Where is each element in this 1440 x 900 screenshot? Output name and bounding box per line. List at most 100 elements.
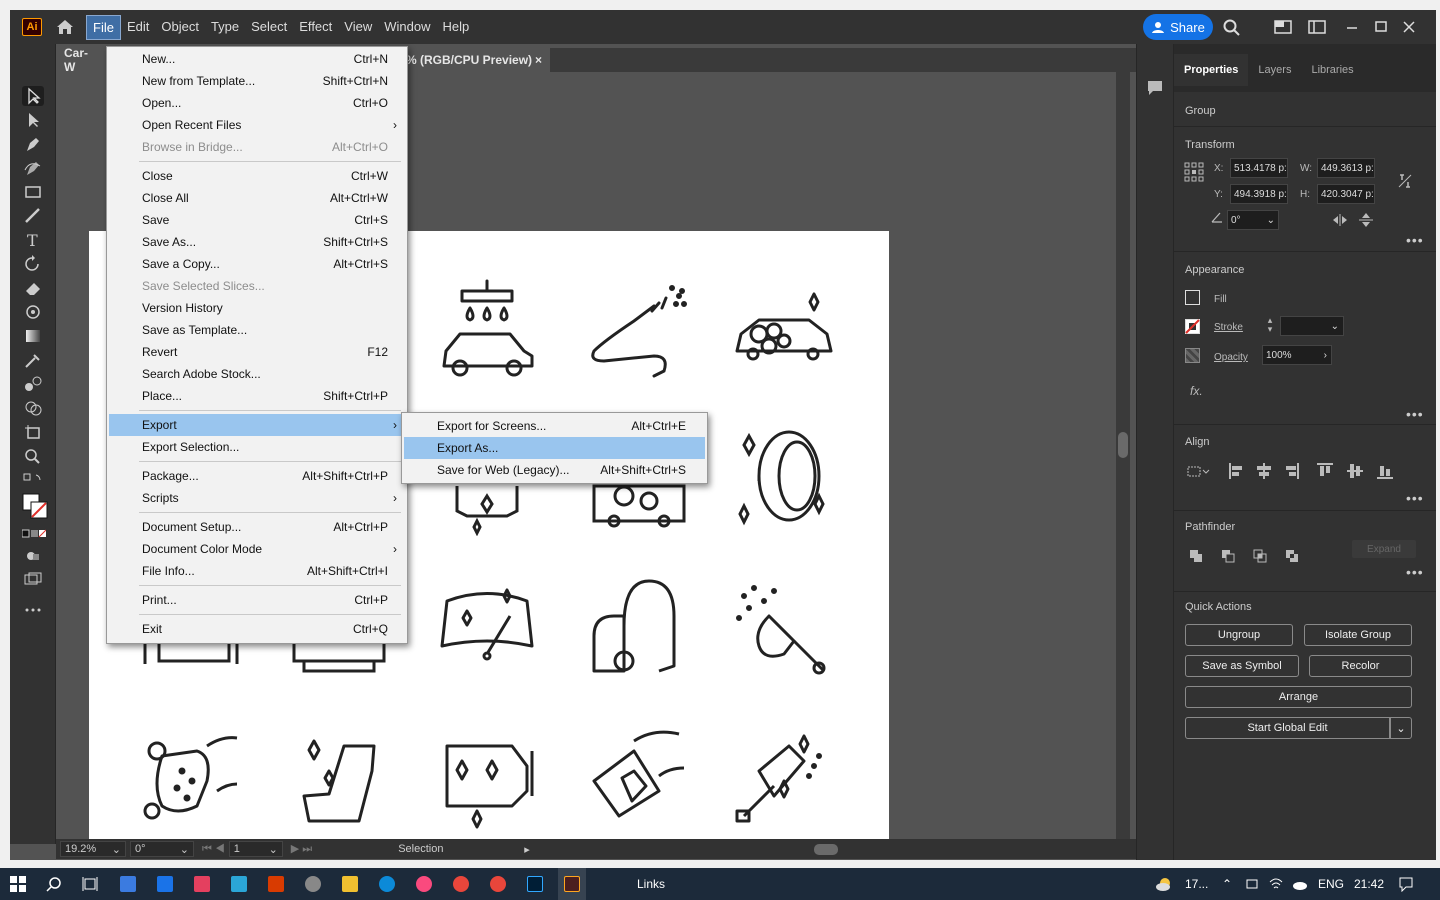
windshield-wiper-icon[interactable] (432, 576, 542, 686)
menu-item-scripts[interactable]: Scripts › (109, 487, 405, 509)
chrome-icon[interactable] (453, 876, 469, 892)
instagram-icon[interactable] (194, 876, 210, 892)
links-toolbar[interactable]: Links (637, 877, 665, 891)
blend-tool-icon[interactable] (22, 374, 44, 394)
windows-start-icon[interactable] (10, 876, 26, 892)
start-global-edit-button[interactable]: Start Global Edit (1185, 717, 1390, 739)
height-field[interactable]: 420.3047 p: (1317, 184, 1375, 204)
fill-swatch[interactable] (1185, 290, 1200, 305)
menu-item-version-history[interactable]: Version History (109, 297, 405, 319)
artboard-number-field[interactable]: 1 ⌄ (228, 841, 283, 857)
photoshop-icon[interactable] (527, 876, 543, 892)
flip-horizontal-icon[interactable] (1332, 213, 1348, 227)
color-mode-icon[interactable] (21, 528, 47, 540)
menu-item-new[interactable]: New... Ctrl+N (109, 48, 405, 70)
more-options-icon[interactable]: ••• (1406, 564, 1424, 580)
menu-effect[interactable]: Effect (293, 15, 338, 40)
width-field[interactable]: 449.3613 p: (1317, 158, 1375, 178)
menu-item-file-info[interactable]: File Info... Alt+Shift+Ctrl+I (109, 560, 405, 582)
menu-item-new-from-template[interactable]: New from Template... Shift+Ctrl+N (109, 70, 405, 92)
menu-item-export-selection[interactable]: Export Selection... (109, 436, 405, 458)
workspace-icon[interactable] (1307, 18, 1327, 36)
itunes-icon[interactable] (416, 876, 432, 892)
global-edit-options-chevron-icon[interactable]: ⌄ (1390, 717, 1412, 739)
stroke-swatch[interactable] (1185, 319, 1200, 334)
edit-toolbar-icon[interactable] (22, 600, 44, 620)
minimize-icon[interactable] (1342, 18, 1362, 36)
car-seat-icon[interactable] (284, 726, 394, 836)
duster-sparkle-icon[interactable] (729, 576, 839, 686)
microsoft-store-icon[interactable] (120, 876, 136, 892)
menu-item-save-as-template[interactable]: Save as Template... (109, 319, 405, 341)
menu-item-open[interactable]: Open... Ctrl+O (109, 92, 405, 114)
menu-item-open-recent[interactable]: Open Recent Files › (109, 114, 405, 136)
type-tool-icon[interactable]: T (22, 230, 44, 250)
eyedropper-tool-icon[interactable] (22, 350, 44, 370)
menu-item-document-setup[interactable]: Document Setup... Alt+Ctrl+P (109, 516, 405, 538)
flip-vertical-icon[interactable] (1358, 213, 1374, 227)
selection-tool-icon[interactable] (22, 86, 44, 106)
opacity-label[interactable]: Opacity (1214, 352, 1248, 363)
vacuum-cleaner-icon[interactable] (584, 576, 694, 686)
screen-mode-icon[interactable] (22, 570, 44, 590)
document-tab[interactable]: Car-W (56, 46, 106, 74)
search-icon[interactable] (46, 876, 62, 892)
weather-icon[interactable] (1156, 876, 1172, 892)
curvature-tool-icon[interactable] (22, 158, 44, 178)
menu-item-document-color-mode[interactable]: Document Color Mode › (109, 538, 405, 560)
tab-properties[interactable]: Properties (1174, 54, 1249, 86)
menu-item-close[interactable]: Close Ctrl+W (109, 165, 405, 187)
menu-item-search-adobe-stock[interactable]: Search Adobe Stock... (109, 363, 405, 385)
reference-point-icon[interactable] (1184, 162, 1204, 182)
weather-temperature[interactable]: 17... (1185, 877, 1208, 891)
home-icon[interactable] (54, 16, 76, 38)
tire-shine-icon[interactable] (729, 426, 839, 536)
menu-item-print[interactable]: Print... Ctrl+P (109, 589, 405, 611)
squeegee-icon[interactable] (729, 726, 839, 836)
water-hose-icon[interactable] (584, 276, 694, 386)
vertical-scrollbar[interactable] (1116, 72, 1130, 844)
close-tab-icon[interactable]: × (535, 53, 542, 67)
menu-object[interactable]: Object (155, 15, 205, 40)
maximize-icon[interactable] (1371, 18, 1391, 36)
menu-item-export-for-screens[interactable]: Export for Screens... Alt+Ctrl+E (404, 415, 705, 437)
sponge-icon[interactable] (137, 726, 247, 836)
menu-item-revert[interactable]: Revert F12 (109, 341, 405, 363)
constrain-proportions-icon[interactable] (1396, 172, 1414, 190)
rotate-tool-icon[interactable] (22, 254, 44, 274)
x-field[interactable]: 513.4178 p: (1230, 158, 1288, 178)
menu-type[interactable]: Type (205, 15, 245, 40)
share-button[interactable]: Share (1143, 14, 1213, 40)
stroke-weight-field[interactable]: ⌄ (1280, 316, 1344, 336)
edge-icon[interactable] (379, 876, 395, 892)
more-options-icon[interactable]: ••• (1406, 406, 1424, 422)
more-options-icon[interactable]: ••• (1406, 232, 1424, 248)
swap-fill-stroke-icon[interactable] (22, 472, 44, 486)
save-as-symbol-button[interactable]: Save as Symbol (1185, 655, 1299, 677)
zoom-tool-icon[interactable] (22, 446, 44, 466)
chevron-up-icon[interactable]: ⌃ (1222, 877, 1232, 891)
direct-selection-tool-icon[interactable] (22, 110, 44, 130)
arrange-documents-icon[interactable] (1273, 18, 1293, 36)
chevron-down-icon[interactable]: ⌄ (1267, 215, 1278, 226)
menu-item-export[interactable]: Export › (109, 414, 405, 436)
notifications-icon[interactable] (1398, 876, 1414, 893)
stroke-label[interactable]: Stroke (1214, 322, 1243, 333)
artboard-nav-next-icon[interactable]: ▶ ⏭ (291, 842, 312, 856)
onedrive-icon[interactable] (305, 876, 321, 892)
office-icon[interactable] (268, 876, 284, 892)
menu-item-exit[interactable]: Exit Ctrl+Q (109, 618, 405, 640)
paintbrush-tool-icon[interactable] (22, 206, 44, 226)
document-tab-title[interactable]: % (RGB/CPU Preview) × (398, 48, 550, 72)
language-indicator[interactable]: ENG (1318, 877, 1344, 891)
stroke-weight-stepper-icon[interactable]: ▴ ▾ (1262, 316, 1278, 336)
car-battery-shine-icon[interactable] (432, 726, 542, 836)
expand-button[interactable]: Expand (1352, 540, 1416, 558)
recolor-button[interactable]: Recolor (1309, 655, 1412, 677)
comments-icon[interactable] (1145, 78, 1165, 98)
mail-icon[interactable] (157, 876, 173, 892)
app-icon[interactable] (231, 876, 247, 892)
opacity-field[interactable]: 100% › (1262, 345, 1332, 365)
fill-stroke-swatch-icon[interactable] (22, 492, 48, 520)
menu-item-package[interactable]: Package... Alt+Shift+Ctrl+P (109, 465, 405, 487)
